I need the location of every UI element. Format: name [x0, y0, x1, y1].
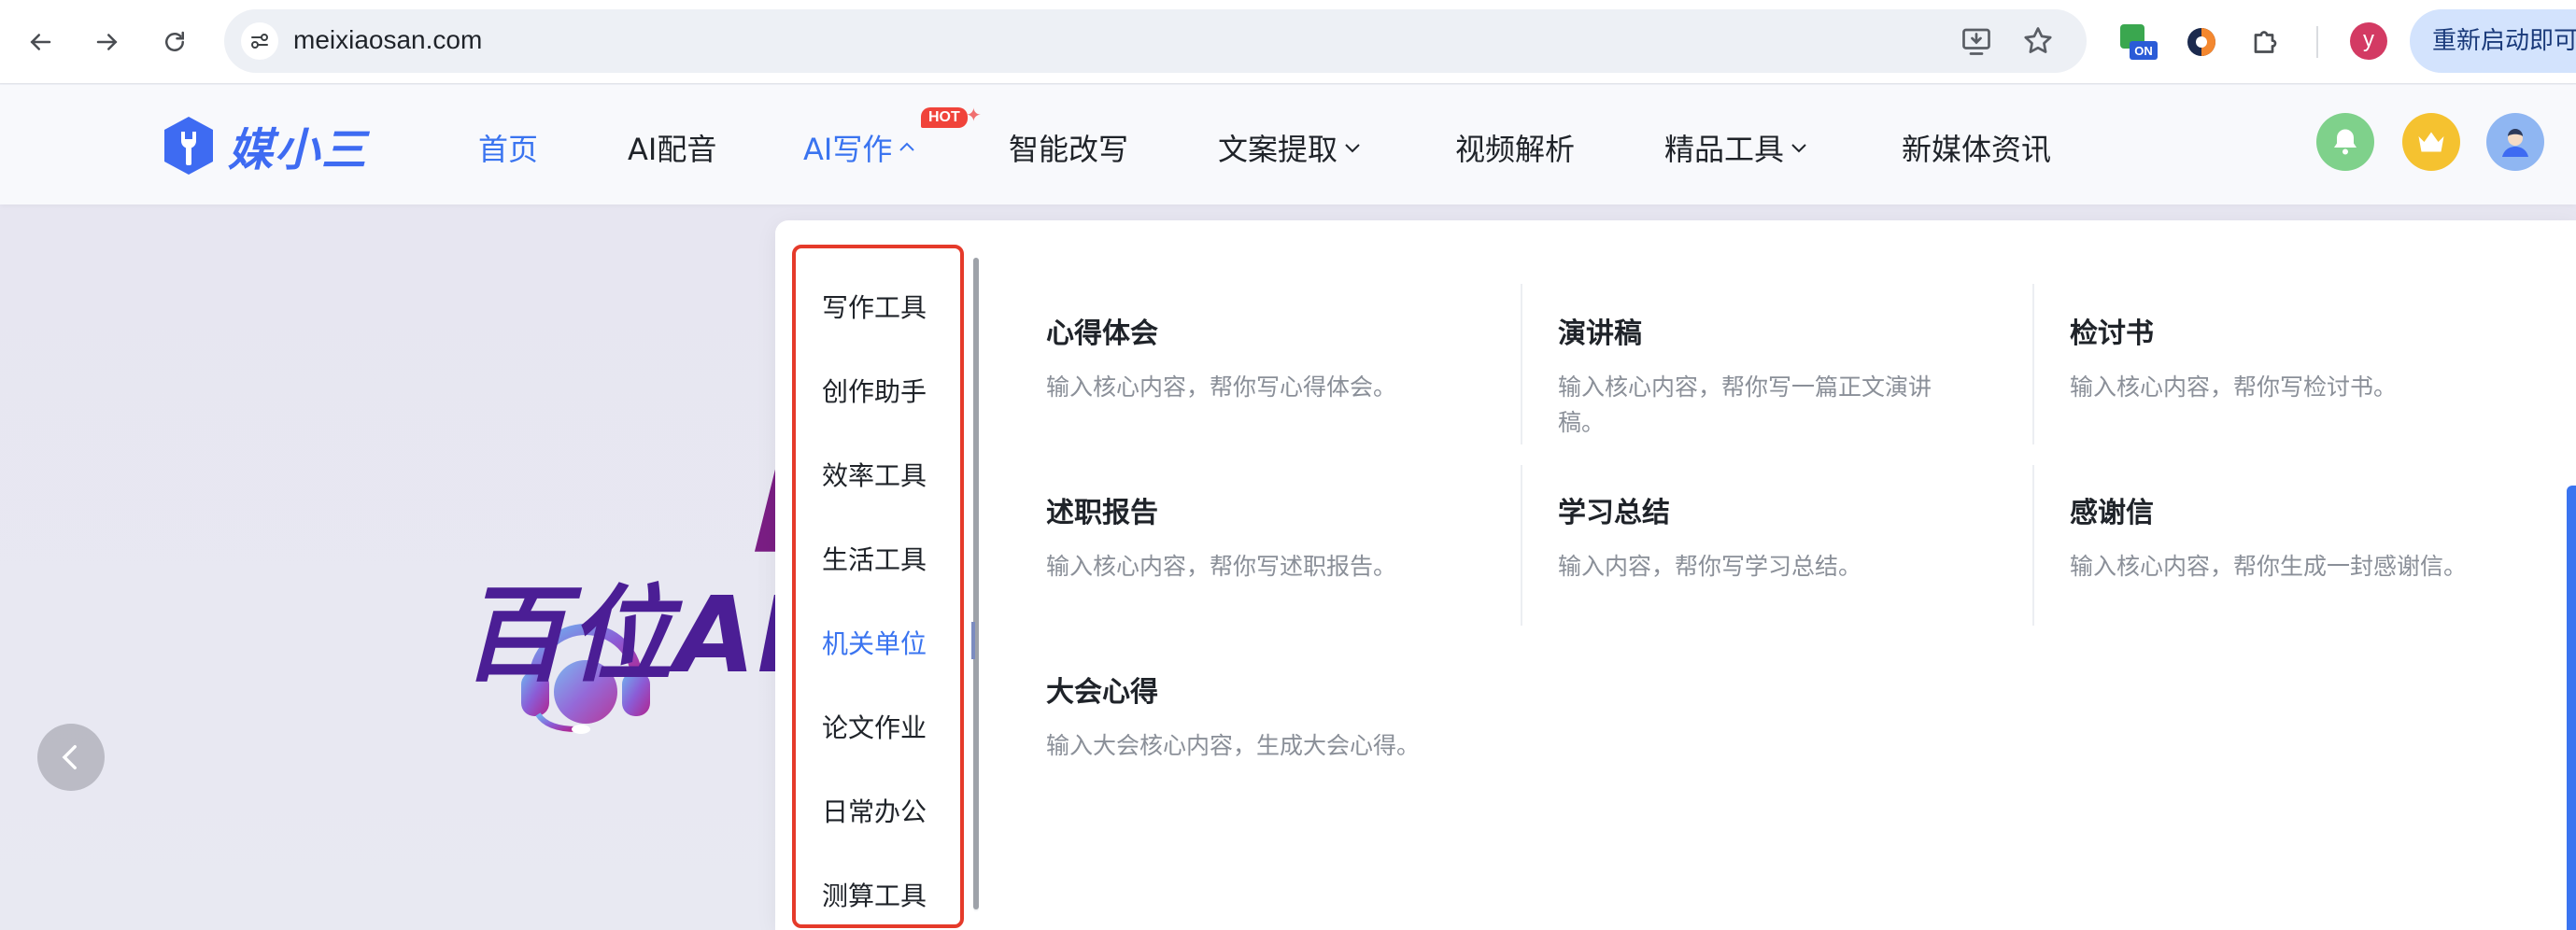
- chevron-down-icon: [1345, 144, 1360, 153]
- nav-home[interactable]: 首页: [478, 126, 538, 169]
- category-thesis-homework[interactable]: 论文作业: [822, 708, 927, 745]
- tool-card-self-criticism[interactable]: 检讨书 输入核心内容，帮你写检讨书。: [2070, 310, 2537, 405]
- nav-media-news-label: 新媒体资讯: [1902, 132, 2052, 167]
- crown-icon: [2418, 132, 2444, 152]
- tool-card-thank-you-letter[interactable]: 感谢信 输入核心内容，帮你生成一封感谢信。: [2070, 489, 2537, 585]
- user-avatar-icon: [2502, 129, 2528, 157]
- relaunch-button[interactable]: 重新启动即可: [2410, 9, 2576, 73]
- side-floating-tab[interactable]: [2567, 486, 2576, 930]
- notification-button[interactable]: [2316, 113, 2374, 171]
- extension-on-button[interactable]: ON: [2116, 21, 2159, 63]
- column-divider: [2032, 284, 2034, 444]
- active-category-marker: [971, 622, 975, 659]
- tool-desc: 输入核心内容，帮你写述职报告。: [1046, 553, 1397, 580]
- nav-video-parse[interactable]: 视频解析: [1455, 126, 1575, 169]
- extension-on-icon: ON: [2120, 24, 2158, 60]
- bell-icon: [2334, 129, 2357, 155]
- reload-icon: [165, 31, 184, 51]
- browser-toolbar: meixiaosan.com ON y 重新启动即可: [0, 0, 2576, 84]
- nav-video-parse-label: 视频解析: [1455, 132, 1576, 167]
- category-calculation-tools[interactable]: 测算工具: [822, 876, 927, 913]
- tool-card-experience[interactable]: 心得体会 输入核心内容，帮你写心得体会。: [1046, 310, 1513, 405]
- tool-desc: 输入大会核心内容，生成大会心得。: [1046, 732, 1421, 759]
- tool-title: 学习总结: [1558, 497, 1670, 529]
- tool-title: 演讲稿: [1558, 317, 1642, 350]
- site-settings-button[interactable]: [241, 22, 278, 60]
- nav-premium-tools-label: 精品工具: [1664, 132, 1785, 167]
- install-app-icon[interactable]: [1960, 24, 1993, 58]
- tool-card-work-report[interactable]: 述职报告 输入核心内容，帮你写述职报告。: [1046, 489, 1513, 585]
- extensions-puzzle-icon: [2254, 31, 2277, 53]
- chevron-up-icon: [899, 142, 915, 151]
- hot-badge: HOT: [921, 107, 968, 128]
- profile-avatar[interactable]: y: [2350, 22, 2387, 60]
- category-creative-assistant[interactable]: 创作助手: [822, 372, 927, 409]
- vip-button[interactable]: [2402, 113, 2460, 171]
- tool-title: 大会心得: [1046, 676, 1158, 709]
- logo-mark-icon: [164, 117, 213, 175]
- back-button[interactable]: [19, 21, 62, 63]
- address-bar[interactable]: meixiaosan.com: [224, 9, 2087, 73]
- bookmark-star-icon[interactable]: [2021, 24, 2055, 58]
- nav-copy-extract[interactable]: 文案提取: [1218, 126, 1364, 169]
- sync-extension-button[interactable]: [2180, 21, 2223, 63]
- tool-desc: 输入核心内容，帮你生成一封感谢信。: [2070, 553, 2468, 580]
- tool-title: 感谢信: [2070, 497, 2154, 529]
- category-writing-tools[interactable]: 写作工具: [822, 288, 927, 325]
- chevron-down-icon: [1791, 144, 1806, 153]
- nav-ai-dubbing[interactable]: AI配音: [628, 126, 716, 169]
- extensions-button[interactable]: [2245, 21, 2288, 63]
- nav-smart-rewrite[interactable]: 智能改写: [1009, 126, 1128, 169]
- column-divider: [1521, 465, 1522, 626]
- nav-media-news[interactable]: 新媒体资讯: [1902, 126, 2051, 169]
- tool-card-conference-notes[interactable]: 大会心得 输入大会核心内容，生成大会心得。: [1046, 669, 1513, 764]
- tool-title: 述职报告: [1046, 497, 1158, 529]
- column-divider: [2032, 465, 2034, 626]
- user-avatar-button[interactable]: [2486, 113, 2544, 171]
- site-settings-icon: [251, 34, 268, 49]
- category-government[interactable]: 机关单位: [822, 624, 927, 661]
- url-text[interactable]: meixiaosan.com: [293, 25, 482, 55]
- chevron-left-icon: [62, 744, 77, 770]
- nav-premium-tools[interactable]: 精品工具: [1664, 126, 1810, 169]
- sparkle-icon: ✦: [966, 104, 982, 126]
- site-logo[interactable]: 媒小三: [161, 113, 368, 178]
- tool-desc: 输入内容，帮你写学习总结。: [1558, 553, 1862, 580]
- toolbar-separator: [2316, 26, 2318, 58]
- category-daily-office[interactable]: 日常办公: [822, 792, 927, 829]
- sync-icon: [2187, 28, 2215, 56]
- tool-card-study-summary[interactable]: 学习总结 输入内容，帮你写学习总结。: [1558, 489, 2025, 585]
- tool-title: 检讨书: [2070, 317, 2154, 350]
- carousel-prev-button[interactable]: [37, 724, 105, 791]
- nav-copy-extract-label: 文案提取: [1218, 132, 1338, 167]
- forward-icon: [96, 34, 118, 50]
- tool-desc: 输入核心内容，帮你写一篇正文演讲稿。: [1558, 373, 1932, 436]
- tool-desc: 输入核心内容，帮你写检讨书。: [2070, 373, 2398, 401]
- tool-card-speech[interactable]: 演讲稿 输入核心内容，帮你写一篇正文演讲稿。: [1558, 310, 1969, 441]
- extension-badge-text: ON: [2134, 44, 2153, 58]
- back-icon: [30, 34, 51, 50]
- logo-text: 媒小三: [228, 124, 369, 176]
- category-efficiency-tools[interactable]: 效率工具: [822, 456, 927, 493]
- nav-ai-writing-label: AI写作: [803, 132, 893, 167]
- category-life-tools[interactable]: 生活工具: [822, 540, 927, 577]
- nav-ai-dubbing-label: AI配音: [628, 132, 717, 167]
- ai-writing-dropdown: 写作工具 创作助手 效率工具 生活工具 机关单位 论文作业 日常办公 测算工具 …: [775, 220, 2576, 930]
- tool-desc: 输入核心内容，帮你写心得体会。: [1046, 373, 1397, 401]
- nav-home-label: 首页: [478, 132, 539, 167]
- tool-title: 心得体会: [1046, 317, 1158, 350]
- column-divider: [1521, 284, 1522, 444]
- site-header: 媒小三 首页 AI配音 AI写作 HOT ✦ 智能改写 文案提取 视频解析 精品…: [0, 85, 2576, 204]
- nav-smart-rewrite-label: 智能改写: [1009, 132, 1129, 167]
- forward-button[interactable]: [86, 21, 129, 63]
- category-scrollbar-thumb[interactable]: [973, 258, 979, 909]
- reload-button[interactable]: [153, 21, 196, 63]
- nav-ai-writing[interactable]: AI写作: [803, 126, 918, 169]
